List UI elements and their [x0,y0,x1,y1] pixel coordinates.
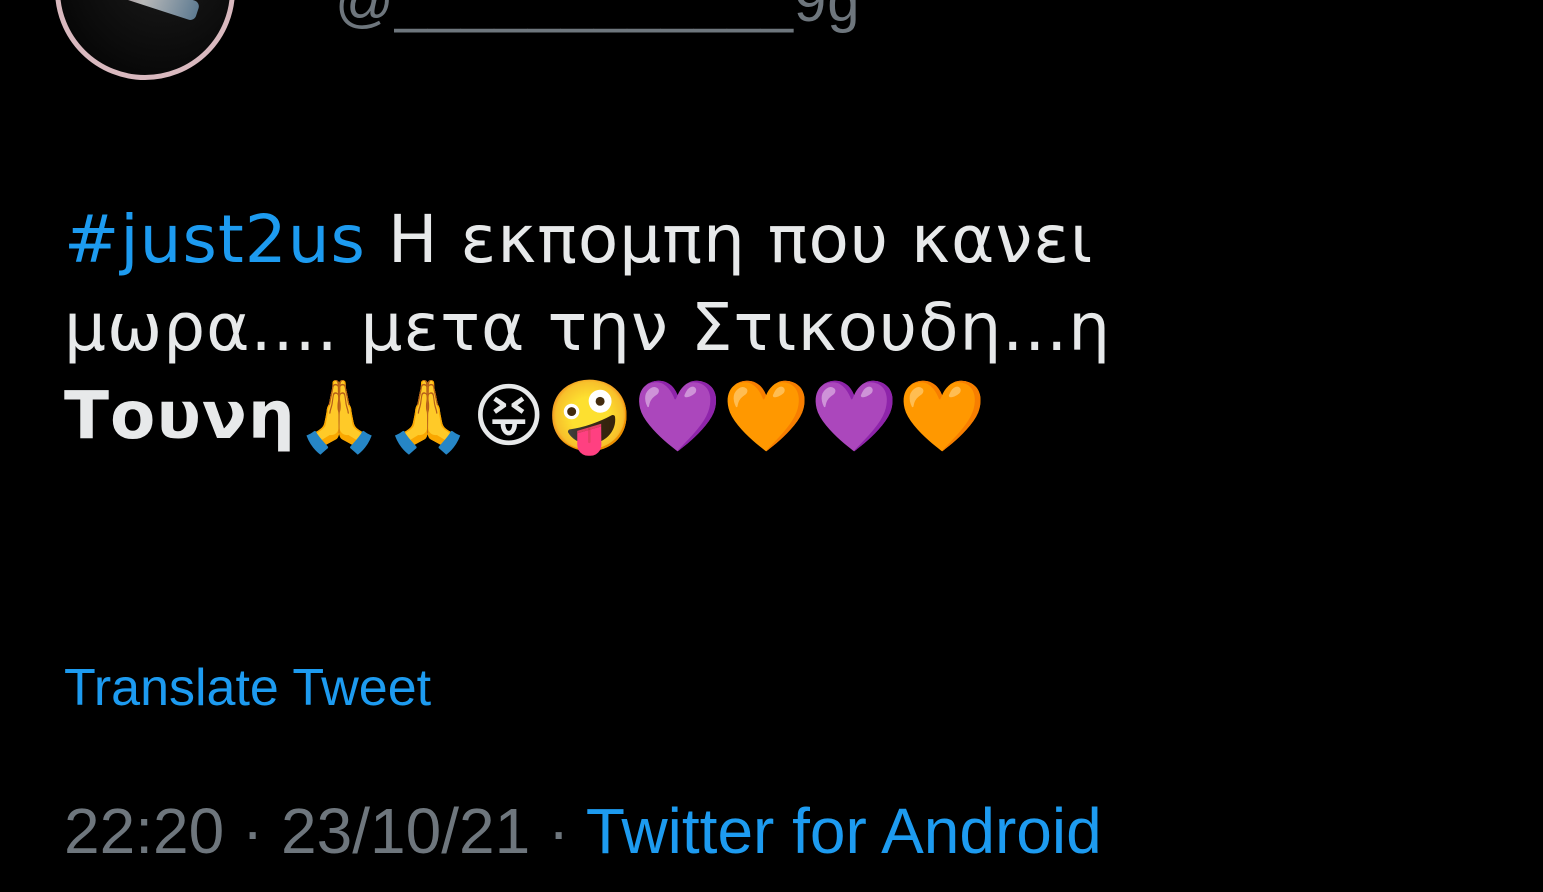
user-handle[interactable]: @____________9g [335,0,860,35]
orange-heart-emoji-icon: 🧡 [898,375,988,457]
meta-separator: · [530,795,586,867]
hashtag-link[interactable]: #just2us [64,201,366,278]
meta-separator: · [224,795,282,867]
tweet-text: #just2us Η εκπομπη που κανει μωρα.... με… [64,196,1444,460]
tweet-date[interactable]: 23/10/21 [281,795,530,867]
folded-hands-emoji-icon: 🙏 [295,375,385,457]
tweet-text-bold-name: Τουνη [64,377,296,454]
orange-heart-emoji-icon: 🧡 [722,375,811,457]
tweet-text-line2: μωρα.... μετα την Στικουδη...η [64,289,1112,366]
translate-tweet-link[interactable]: Translate Tweet [64,658,431,718]
zany-face-emoji-icon: 🤪 [546,375,635,457]
folded-hands-emoji-icon: 🙏 [384,375,473,457]
tweet-text-line1: Η εκπομπη που κανει [365,201,1094,278]
tweet-view: @____________9g #just2us Η εκπομπη που κ… [0,0,1543,892]
purple-heart-emoji-icon: 💜 [810,375,899,457]
user-avatar[interactable] [55,0,235,80]
squinting-tongue-emoji-icon: 😝 [472,375,547,457]
purple-heart-emoji-icon: 💜 [634,375,723,457]
tweet-meta: 22:20 · 23/10/21 · Twitter for Android [64,794,1102,868]
tweet-time[interactable]: 22:20 [64,795,224,867]
tweet-source-link[interactable]: Twitter for Android [586,795,1102,867]
